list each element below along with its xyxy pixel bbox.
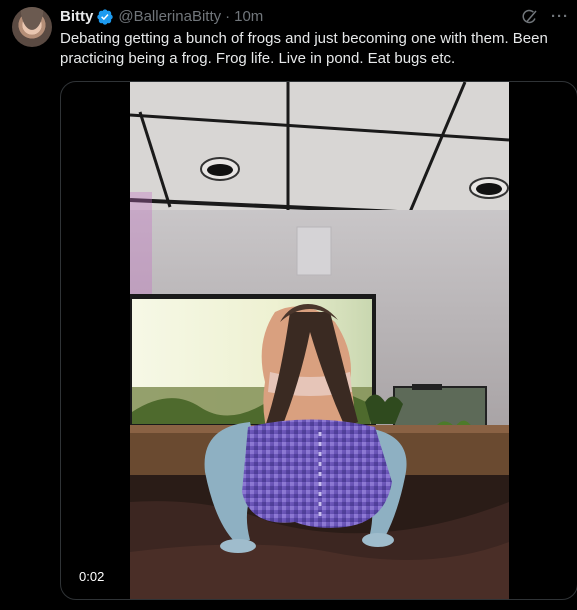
- author-handle[interactable]: @BallerinaBitty: [118, 7, 221, 27]
- video-duration: 0:02: [73, 567, 111, 587]
- avatar[interactable]: [12, 7, 52, 47]
- post-time[interactable]: 10m: [234, 7, 263, 27]
- more-options-icon[interactable]: ···: [551, 7, 569, 27]
- media-container[interactable]: 0:02: [60, 81, 577, 600]
- tweet-text: Debating getting a bunch of frogs and ju…: [60, 30, 548, 67]
- avatar-image: [12, 7, 52, 47]
- video-frame: [130, 82, 509, 599]
- author-name[interactable]: Bitty: [60, 7, 93, 27]
- verified-badge-icon: [97, 9, 114, 25]
- separator-dot: ·: [225, 8, 231, 25]
- header-actions: ···: [521, 7, 569, 27]
- grok-icon[interactable]: [521, 8, 539, 26]
- tweet[interactable]: Bitty @BallerinaBitty · 10m ··· Debating…: [0, 0, 577, 610]
- tweet-header: Bitty @BallerinaBitty · 10m ···: [60, 7, 569, 27]
- video-player[interactable]: [130, 82, 509, 599]
